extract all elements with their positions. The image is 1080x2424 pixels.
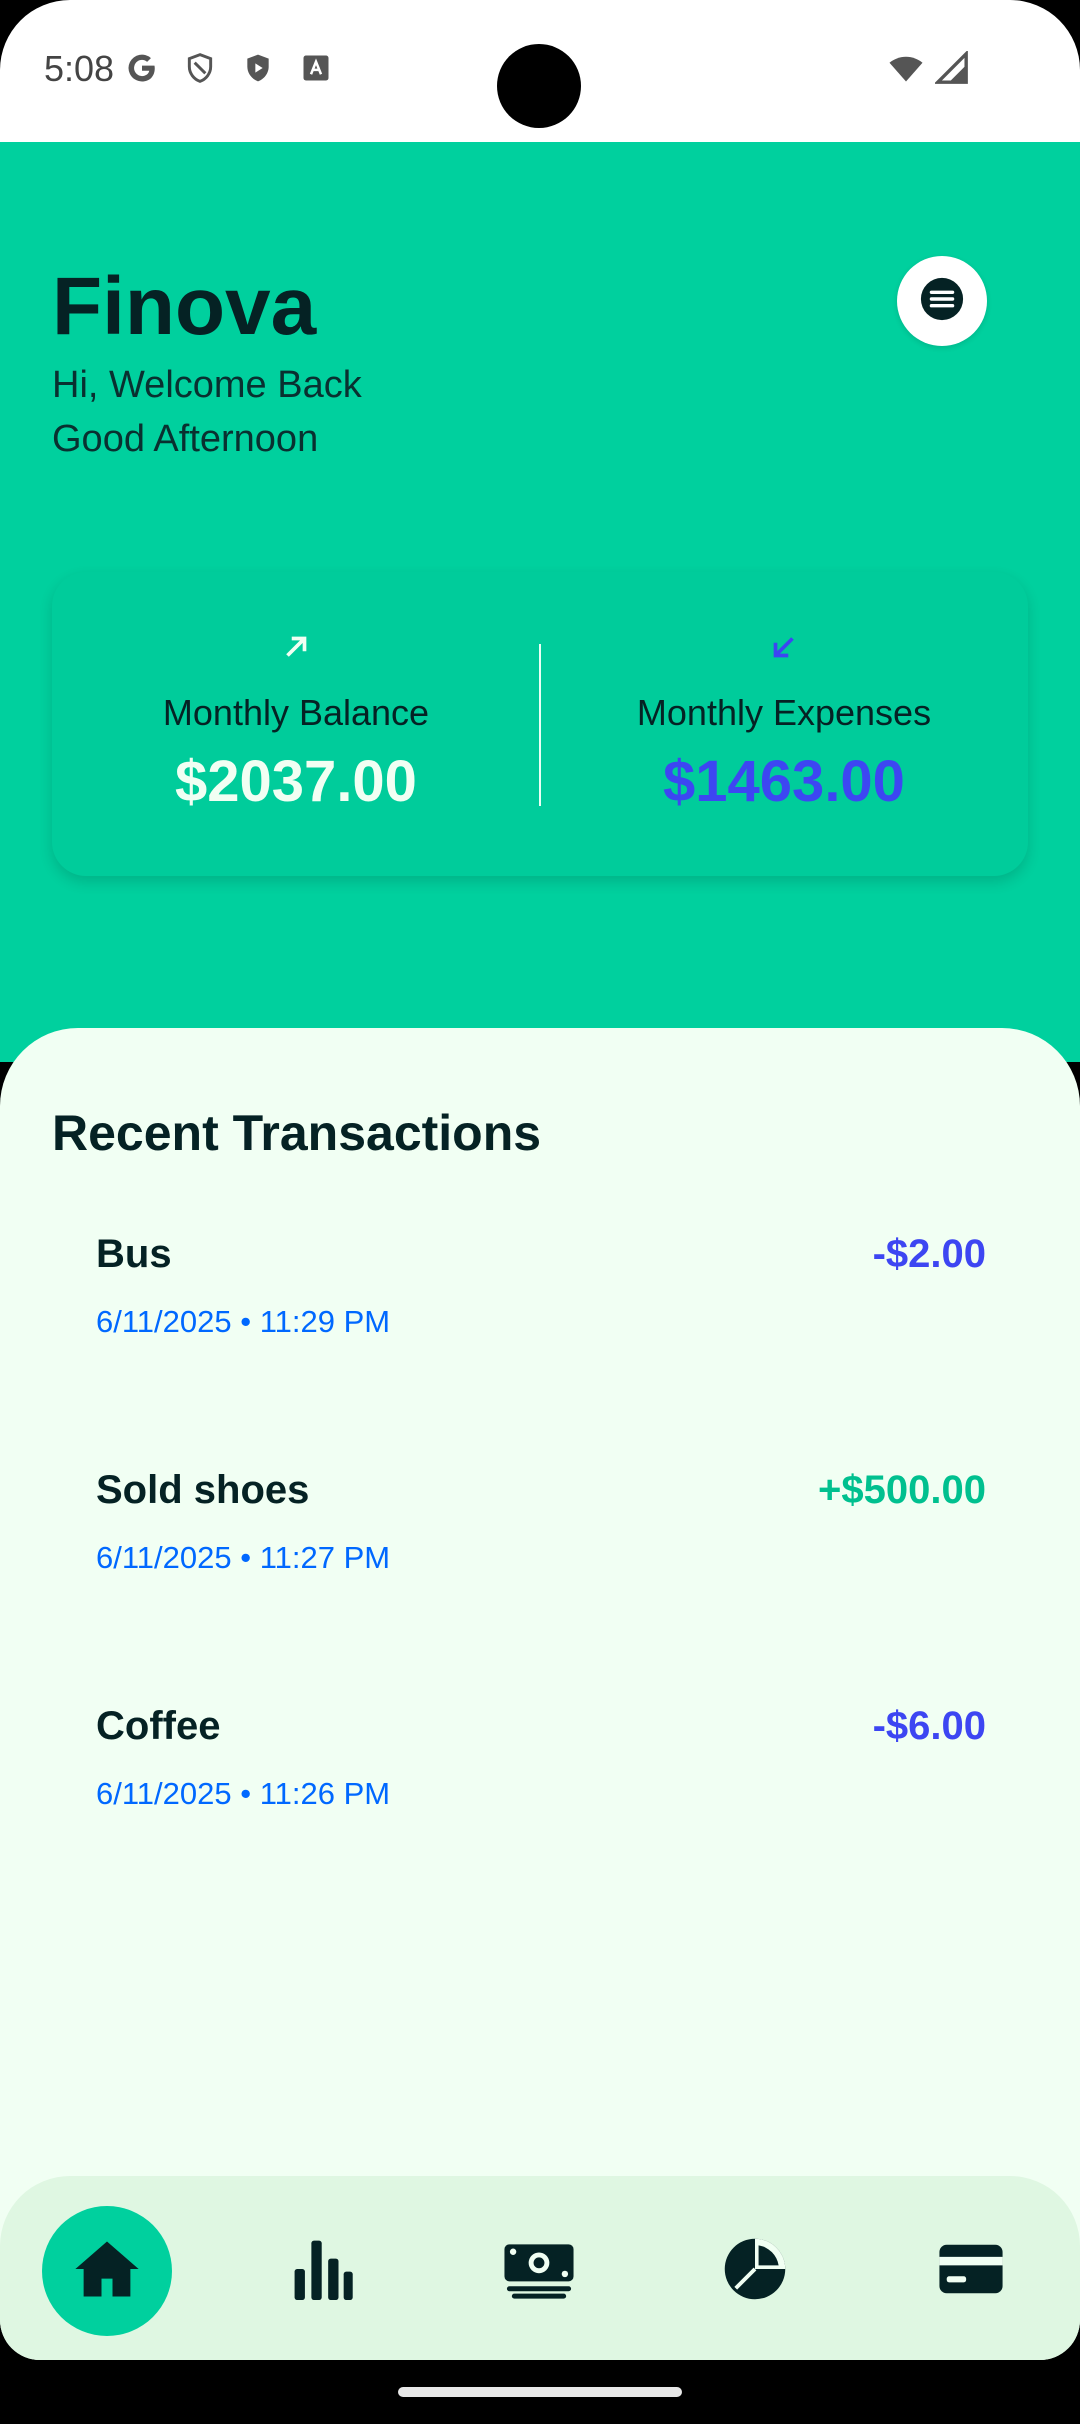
- recent-transactions-title: Recent Transactions: [52, 1105, 542, 1161]
- app-title: Finova: [52, 261, 317, 352]
- summary-card: Monthly Balance $2037.00 Monthly Expense…: [52, 572, 1028, 876]
- monthly-balance-value: $2037.00: [175, 749, 417, 814]
- transaction-amount: -$2.00: [872, 1232, 986, 1276]
- transaction-datetime: 6/11/2025 • 11:26 PM: [96, 1776, 391, 1811]
- nav-cards[interactable]: [906, 2206, 1036, 2336]
- monthly-expenses-section: Monthly Expenses $1463.00: [540, 572, 1028, 876]
- nav-transactions[interactable]: [474, 2206, 604, 2336]
- home-icon: [74, 2238, 140, 2305]
- play-protect-icon: [240, 50, 276, 86]
- transaction-amount: +$500.00: [818, 1468, 986, 1512]
- monthly-balance-section: Monthly Balance $2037.00: [52, 572, 540, 876]
- transaction-item[interactable]: Coffee 6/11/2025 • 11:26 PM -$6.00: [52, 1680, 1028, 1880]
- status-right-icons: [888, 50, 970, 86]
- vpn-shield-icon: [182, 50, 218, 86]
- analytics-icon: [292, 2234, 354, 2309]
- status-left-icons: [124, 50, 334, 86]
- transaction-datetime: 6/11/2025 • 11:29 PM: [96, 1304, 391, 1339]
- header: Finova Hi, Welcome Back Good Afternoon M…: [0, 142, 1080, 1062]
- transaction-datetime: 6/11/2025 • 11:27 PM: [96, 1540, 391, 1575]
- home-indicator[interactable]: [398, 2387, 682, 2397]
- monthly-expenses-label: Monthly Expenses: [636, 692, 932, 733]
- phone-screen: 5:08 Finova Hi, Welcome Back Good Aftern…: [0, 0, 1080, 2424]
- monthly-expenses-value: $1463.00: [663, 749, 905, 814]
- transactions-icon: [502, 2239, 576, 2304]
- camera-cutout: [497, 44, 581, 128]
- google-icon: [124, 50, 160, 86]
- menu-button[interactable]: [897, 256, 987, 346]
- transaction-item[interactable]: Sold shoes 6/11/2025 • 11:27 PM +$500.00: [52, 1444, 1028, 1644]
- transaction-name: Sold shoes: [96, 1468, 310, 1512]
- bottom-navigation: [0, 2176, 1080, 2360]
- arrow-down-left-icon: [767, 630, 801, 664]
- transaction-name: Bus: [96, 1232, 172, 1276]
- monthly-balance-label: Monthly Balance: [162, 692, 430, 733]
- nav-analytics[interactable]: [258, 2206, 388, 2336]
- font-icon: [298, 50, 334, 86]
- nav-categories[interactable]: [690, 2206, 820, 2336]
- arrow-up-right-icon: [279, 630, 313, 664]
- transaction-amount: -$6.00: [872, 1704, 986, 1748]
- time-of-day-greeting: Good Afternoon: [52, 418, 319, 460]
- menu-icon: [919, 276, 965, 327]
- categories-icon: [722, 2236, 788, 2307]
- content-sheet: Recent Transactions Bus 6/11/2025 • 11:2…: [0, 1028, 1080, 2360]
- wifi-icon: [888, 50, 924, 86]
- transaction-item[interactable]: Bus 6/11/2025 • 11:29 PM -$2.00: [52, 1208, 1028, 1408]
- signal-icon: [934, 50, 970, 86]
- greeting-text: Hi, Welcome Back: [52, 364, 362, 406]
- status-bar: 5:08: [0, 0, 1080, 142]
- cards-icon: [937, 2242, 1005, 2301]
- transaction-name: Coffee: [96, 1704, 221, 1748]
- nav-home[interactable]: [42, 2206, 172, 2336]
- status-time: 5:08: [44, 48, 115, 89]
